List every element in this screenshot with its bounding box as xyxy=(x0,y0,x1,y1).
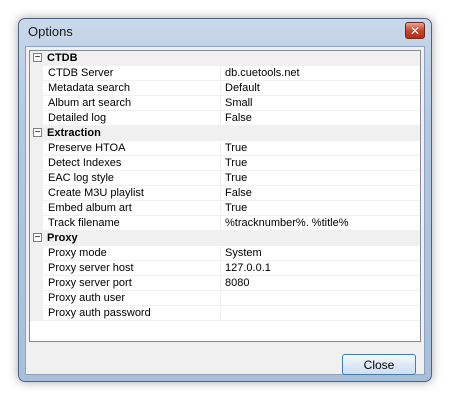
collapse-icon[interactable]: − xyxy=(33,233,42,243)
category-ctdb[interactable]: − CTDB xyxy=(30,51,420,66)
column-separator[interactable] xyxy=(220,186,221,201)
property-name: Proxy server port xyxy=(48,277,132,289)
category-label: CTDB xyxy=(47,52,78,64)
close-icon[interactable]: ✕ xyxy=(405,22,425,39)
title-bar[interactable]: Options ✕ xyxy=(19,19,431,45)
row-gutter xyxy=(30,216,43,231)
property-name: Proxy server host xyxy=(48,262,134,274)
property-name: Track filename xyxy=(48,217,120,229)
property-value[interactable]: Small xyxy=(225,97,253,109)
column-separator[interactable] xyxy=(220,96,221,111)
window-title: Options xyxy=(28,24,73,39)
category-label: Extraction xyxy=(47,127,101,139)
property-row[interactable]: Detect Indexes True xyxy=(30,156,420,171)
property-name: Create M3U playlist xyxy=(48,187,144,199)
property-name: EAC log style xyxy=(48,172,115,184)
property-value[interactable]: True xyxy=(225,142,247,154)
property-name: Proxy mode xyxy=(48,247,107,259)
property-row[interactable]: Album art search Small xyxy=(30,96,420,111)
property-value[interactable]: True xyxy=(225,172,247,184)
row-gutter xyxy=(30,156,43,171)
column-separator[interactable] xyxy=(220,291,221,306)
property-name: Proxy auth user xyxy=(48,292,126,304)
close-button[interactable]: Close xyxy=(342,354,416,375)
row-gutter xyxy=(30,291,43,306)
column-separator[interactable] xyxy=(220,261,221,276)
property-row[interactable]: Preserve HTOA True xyxy=(30,141,420,156)
property-row[interactable]: Proxy server host 127.0.0.1 xyxy=(30,261,420,276)
property-row[interactable]: Create M3U playlist False xyxy=(30,186,420,201)
row-gutter xyxy=(30,111,43,126)
property-row[interactable]: Proxy mode System xyxy=(30,246,420,261)
property-row[interactable]: CTDB Server db.cuetools.net xyxy=(30,66,420,81)
property-row[interactable]: Embed album art True xyxy=(30,201,420,216)
dialog-client-area: − CTDB CTDB Server db.cuetools.net Metadata … xyxy=(25,46,425,375)
column-separator[interactable] xyxy=(220,156,221,171)
column-separator[interactable] xyxy=(220,216,221,231)
row-gutter xyxy=(30,246,43,261)
column-separator[interactable] xyxy=(220,246,221,261)
collapse-icon[interactable]: − xyxy=(33,128,42,138)
row-gutter xyxy=(30,201,43,216)
row-divider xyxy=(43,320,420,321)
property-row[interactable]: Metadata search Default xyxy=(30,81,420,96)
row-gutter xyxy=(30,276,43,291)
row-gutter xyxy=(30,66,43,81)
column-separator[interactable] xyxy=(220,66,221,81)
property-grid: − CTDB CTDB Server db.cuetools.net Metadata … xyxy=(29,50,421,342)
column-separator[interactable] xyxy=(220,171,221,186)
property-row[interactable]: Track filename %tracknumber%. %title% xyxy=(30,216,420,231)
property-row[interactable]: EAC log style True xyxy=(30,171,420,186)
property-name: Preserve HTOA xyxy=(48,142,126,154)
category-label: Proxy xyxy=(47,232,78,244)
property-value[interactable]: Default xyxy=(225,82,260,94)
category-proxy[interactable]: − Proxy xyxy=(30,231,420,246)
row-gutter xyxy=(30,306,43,321)
property-value[interactable]: %tracknumber%. %title% xyxy=(225,217,349,229)
property-value[interactable]: True xyxy=(225,157,247,169)
row-gutter xyxy=(30,186,43,201)
column-separator[interactable] xyxy=(220,306,221,321)
column-separator[interactable] xyxy=(220,276,221,291)
row-gutter xyxy=(30,171,43,186)
property-value[interactable]: False xyxy=(225,187,252,199)
collapse-icon[interactable]: − xyxy=(33,53,42,63)
property-name: Detailed log xyxy=(48,112,107,124)
property-row[interactable]: Detailed log False xyxy=(30,111,420,126)
row-gutter xyxy=(30,96,43,111)
property-name: Proxy auth password xyxy=(48,307,151,319)
property-name: CTDB Server xyxy=(48,67,114,79)
column-separator[interactable] xyxy=(220,81,221,96)
category-extraction[interactable]: − Extraction xyxy=(30,126,420,141)
property-value[interactable]: True xyxy=(225,202,247,214)
property-row[interactable]: Proxy auth user xyxy=(30,291,420,306)
row-gutter xyxy=(30,81,43,96)
property-name: Metadata search xyxy=(48,82,130,94)
property-value[interactable]: 8080 xyxy=(225,277,249,289)
row-gutter xyxy=(30,141,43,156)
column-separator[interactable] xyxy=(220,201,221,216)
property-value[interactable]: 127.0.0.1 xyxy=(225,262,271,274)
property-value[interactable]: System xyxy=(225,247,262,259)
options-window: Options ✕ − CTDB CTDB Server db.cuetools.ne… xyxy=(18,18,432,382)
row-gutter xyxy=(30,261,43,276)
property-name: Detect Indexes xyxy=(48,157,122,169)
column-separator[interactable] xyxy=(220,141,221,156)
property-value[interactable]: db.cuetools.net xyxy=(225,67,300,79)
property-name: Embed album art xyxy=(48,202,132,214)
property-name: Album art search xyxy=(48,97,132,109)
property-row[interactable]: Proxy server port 8080 xyxy=(30,276,420,291)
property-value[interactable]: False xyxy=(225,112,252,124)
property-row[interactable]: Proxy auth password xyxy=(30,306,420,321)
column-separator[interactable] xyxy=(220,111,221,126)
